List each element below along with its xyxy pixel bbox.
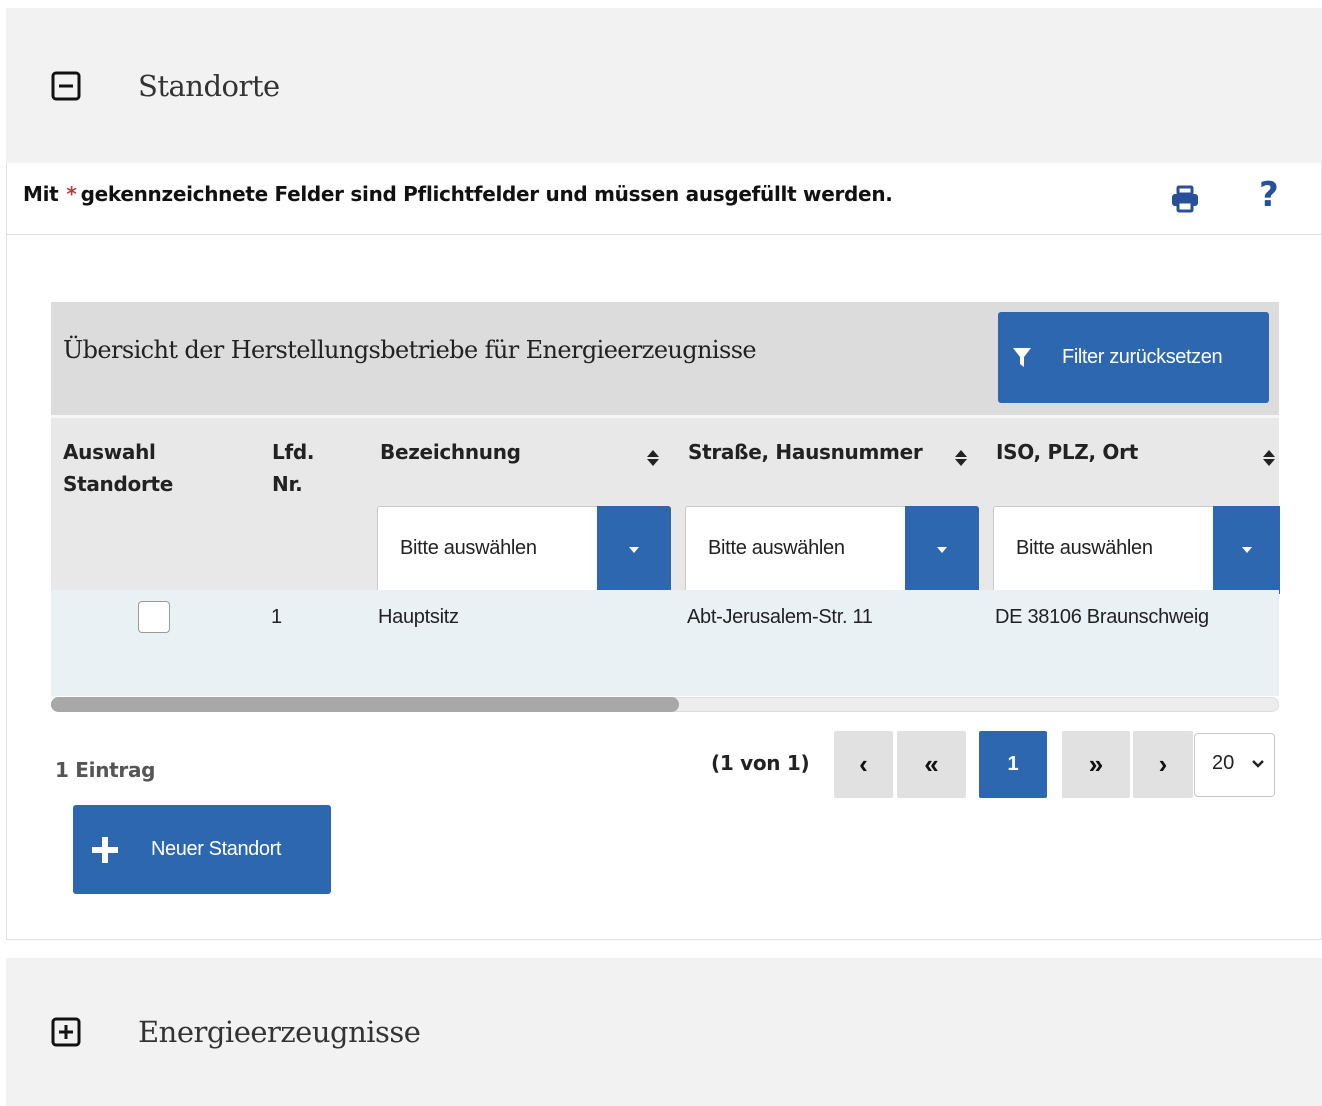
filter-select-place[interactable]: Bitte auswählen [993, 506, 1280, 594]
filter-select-value: Bitte auswählen [400, 537, 537, 559]
sort-icon[interactable] [954, 448, 968, 468]
filter-reset-label: Filter zurücksetzen [1062, 346, 1223, 368]
notice-text: gekennzeichnete Felder sind Pflichtfelde… [80, 182, 893, 206]
section-title: Energieerzeugnisse [138, 1015, 421, 1049]
filter-reset-button[interactable]: Filter zurücksetzen [998, 312, 1269, 403]
column-header-select: Auswahl Standorte [63, 436, 173, 500]
first-page-button[interactable]: « [897, 731, 966, 798]
prev-page-button[interactable]: ‹ [834, 731, 893, 798]
column-header-select-line2: Standorte [63, 472, 174, 496]
column-header-lfd-line1: Lfd. [272, 440, 315, 464]
cell-place: DE 38106 Braunschweig [995, 606, 1209, 628]
notice-prefix: Mit [23, 182, 59, 206]
page-size-select[interactable]: 20 [1194, 733, 1275, 797]
column-header-place[interactable]: ISO, PLZ, Ort [996, 436, 1138, 468]
table-caption-bar: Übersicht der Herstellungsbetriebe für E… [51, 302, 1279, 415]
expand-icon[interactable] [50, 1016, 82, 1048]
chevron-left-icon: ‹ [859, 749, 868, 779]
filter-select-street[interactable]: Bitte auswählen [685, 506, 979, 594]
notice-bar: Mit * gekennzeichnete Felder sind Pflichtf… [7, 163, 1321, 235]
horizontal-scrollbar[interactable] [51, 696, 1279, 712]
dropdown-button[interactable] [905, 506, 979, 594]
entry-count: 1 Eintrag [55, 758, 156, 782]
cell-street: Abt-Jerusalem-Str. 11 [687, 606, 873, 628]
collapse-icon[interactable] [50, 70, 82, 102]
plus-icon [92, 836, 118, 863]
help-icon[interactable]: ? [1259, 175, 1279, 215]
dropdown-button[interactable] [1213, 506, 1280, 594]
scrollbar-thumb[interactable] [51, 697, 679, 712]
standorte-panel: Mit * gekennzeichnete Felder sind Pflichtf… [6, 163, 1322, 940]
column-header-street[interactable]: Straße, Hausnummer [688, 436, 923, 468]
print-icon[interactable] [1169, 183, 1201, 215]
filter-icon [1013, 347, 1031, 367]
table-row[interactable]: 1 Hauptsitz Abt-Jerusalem-Str. 11 DE 381… [51, 590, 1279, 696]
cell-lfd: 1 [271, 606, 282, 628]
last-page-button[interactable]: » [1062, 731, 1130, 798]
table-caption: Übersicht der Herstellungsbetriebe für E… [63, 336, 757, 364]
caret-down-icon [1241, 547, 1252, 553]
sort-icon[interactable] [646, 448, 660, 468]
required-star: * [66, 182, 77, 206]
dropdown-button[interactable] [597, 506, 671, 594]
double-chevron-right-icon: » [1088, 749, 1104, 779]
page-number: 1 [1007, 753, 1019, 775]
new-location-button[interactable]: Neuer Standort [73, 805, 331, 894]
section-header-energieerzeugnisse[interactable]: Energieerzeugnisse [6, 958, 1322, 1106]
column-header-select-line1: Auswahl [63, 440, 156, 464]
section-title: Standorte [138, 68, 280, 103]
next-page-button[interactable]: › [1133, 731, 1193, 798]
section-header-standorte[interactable]: Standorte [6, 8, 1322, 163]
column-header-lfd-line2: Nr. [272, 472, 303, 496]
cell-name: Hauptsitz [378, 606, 459, 628]
column-header-name[interactable]: Bezeichnung [380, 436, 521, 468]
new-location-label: Neuer Standort [151, 838, 282, 860]
filter-select-value: Bitte auswählen [1016, 537, 1153, 559]
required-fields-notice: Mit * gekennzeichnete Felder sind Pflichtf… [23, 182, 893, 206]
sort-icon[interactable] [1262, 448, 1276, 468]
table-header: Auswahl Standorte Lfd. Nr. Bezeichnung S… [51, 415, 1280, 594]
chevron-down-icon [1252, 760, 1264, 768]
locations-table: Übersicht der Herstellungsbetriebe für E… [51, 302, 1280, 712]
page-size-value: 20 [1212, 752, 1235, 774]
caret-down-icon [629, 547, 639, 553]
double-chevron-left-icon: « [924, 749, 939, 779]
row-checkbox[interactable] [138, 601, 170, 633]
caret-down-icon [937, 547, 947, 553]
filter-select-name[interactable]: Bitte auswählen [377, 506, 671, 594]
page-button-current[interactable]: 1 [979, 731, 1047, 798]
chevron-right-icon: › [1158, 749, 1168, 779]
page-info: (1 von 1) [711, 751, 810, 775]
column-header-lfd: Lfd. Nr. [272, 436, 314, 500]
filter-select-value: Bitte auswählen [708, 537, 845, 559]
